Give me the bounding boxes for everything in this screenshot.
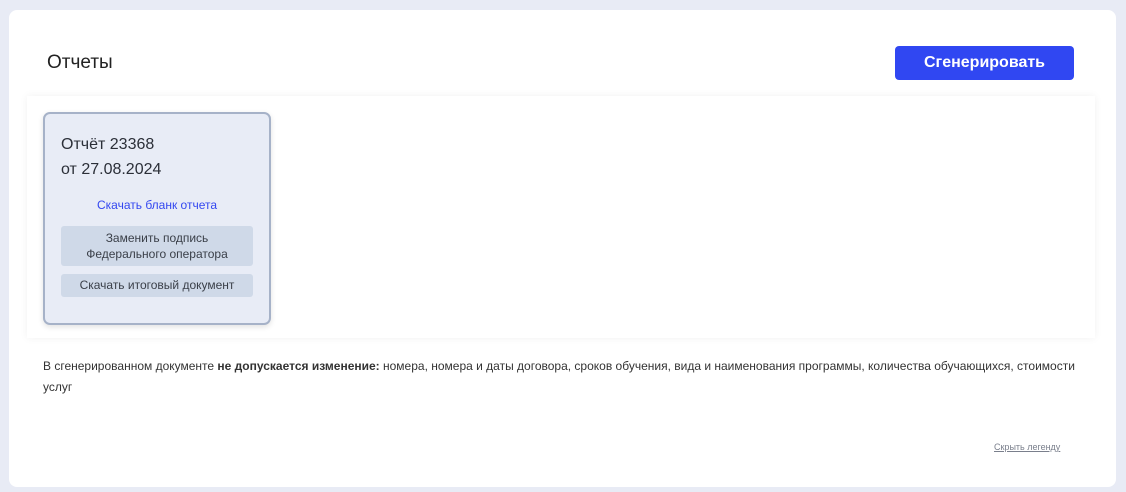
report-number: Отчёт 23368 — [61, 136, 155, 153]
legend-bold: не допускается изменение: — [217, 359, 380, 373]
hide-legend-link[interactable]: Скрыть легенду — [994, 442, 1060, 452]
replace-signature-label-2: Федерального оператора — [86, 247, 228, 261]
download-blank-link[interactable]: Скачать бланк отчета — [45, 198, 269, 212]
report-card: Отчёт 23368 от 27.08.2024 Скачать бланк … — [43, 112, 271, 325]
generate-button[interactable]: Сгенерировать — [895, 46, 1074, 80]
replace-signature-button[interactable]: Заменить подпись Федерального оператора — [61, 226, 253, 266]
reports-area: Отчёт 23368 от 27.08.2024 Скачать бланк … — [27, 96, 1095, 338]
replace-signature-label-1: Заменить подпись — [105, 231, 209, 245]
download-final-button[interactable]: Скачать итоговый документ — [61, 274, 253, 297]
report-title: Отчёт 23368 от 27.08.2024 — [61, 132, 161, 182]
report-date: от 27.08.2024 — [61, 161, 162, 178]
main-panel: Отчеты Сгенерировать Отчёт 23368 от 27.0… — [9, 10, 1116, 487]
page-title: Отчеты — [47, 52, 113, 73]
legend-prefix: В сгенерированном документе — [43, 359, 218, 373]
legend-text: В сгенерированном документе не допускает… — [43, 356, 1093, 398]
